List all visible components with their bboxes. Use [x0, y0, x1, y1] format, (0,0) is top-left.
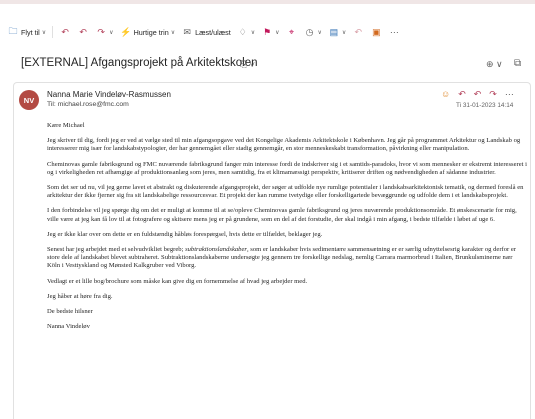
- chevron-down-icon: ∨: [275, 29, 280, 36]
- chevron-down-icon: ∨: [109, 29, 114, 36]
- reply-all-icon[interactable]: ↶: [474, 89, 482, 100]
- lightning-icon: ⚡: [119, 26, 132, 37]
- move-to-button[interactable]: 🗀 Flyt til ∨: [4, 22, 49, 42]
- read-unread-label: Læst/ulæst: [195, 27, 231, 37]
- pin-icon: ⌖: [288, 26, 295, 37]
- zoom-icon[interactable]: ⊕ ∨: [486, 59, 503, 70]
- envelope-icon: ✉: [183, 26, 191, 37]
- read-unread-button[interactable]: ✉ Læst/ulæst: [178, 22, 234, 42]
- forward-icon: ↷: [97, 26, 105, 37]
- chevron-down-icon: ∨: [41, 29, 47, 36]
- undo-icon: ↶: [354, 26, 363, 37]
- body-paragraph: Cheminovas gamle fabriksgrund og FMC nuv…: [47, 160, 527, 176]
- closing: De bedste hilsner: [47, 308, 93, 316]
- more-options-button[interactable]: ⋯: [385, 22, 403, 42]
- quick-steps-label: Hurtige trin: [133, 27, 169, 37]
- email-subject: [EXTERNAL] Afgangsprojekt på Arkitektsko…: [21, 57, 258, 69]
- reply-icon[interactable]: ↶: [458, 89, 466, 100]
- folder-move-icon: 🗀: [8, 26, 18, 36]
- chevron-down-icon: ∨: [341, 29, 347, 36]
- sender-name[interactable]: Nanna Marie Vindeløv-Rasmussen: [47, 90, 171, 99]
- rules-button[interactable]: ▤ ∨: [325, 22, 349, 42]
- body-paragraph: Senest har jeg arbejdet med et selvudvik…: [47, 246, 527, 271]
- window-top-bar: [0, 0, 535, 4]
- email-body: Kære Michael Jeg skriver til dig, fordi …: [47, 122, 527, 338]
- subject-row: [EXTERNAL] Afgangsprojekt på Arkitektsko…: [0, 55, 535, 75]
- categorize-button[interactable]: ♢ ∨: [234, 22, 258, 42]
- reply-all-icon: ↶: [79, 26, 87, 37]
- chevron-down-icon: ∨: [170, 29, 176, 36]
- reply-button[interactable]: ↶: [56, 22, 74, 42]
- rules-icon: ▤: [329, 26, 339, 37]
- flag-button[interactable]: ⚑ ∨: [258, 22, 282, 42]
- translate-icon: ▣: [372, 26, 381, 37]
- tag-icon: ♢: [238, 26, 247, 37]
- body-paragraph: Jeg håber at høre fra dig.: [47, 292, 113, 300]
- flag-icon: ⚑: [263, 26, 272, 37]
- quick-steps-button[interactable]: ⚡ Hurtige trin ∨: [117, 22, 179, 42]
- forward-icon[interactable]: ↷: [489, 89, 497, 100]
- reply-icon: ↶: [61, 26, 69, 37]
- forward-button[interactable]: ↷ ∨: [92, 22, 116, 42]
- avatar[interactable]: NV: [19, 90, 39, 110]
- clock-icon: ◷: [305, 26, 314, 37]
- italic-term: subtraktionslandskaber: [185, 246, 247, 254]
- reply-all-button[interactable]: ↶: [74, 22, 92, 42]
- greeting: Kære Michael: [47, 122, 85, 129]
- message-timestamp: Ti 31-01-2023 14:14: [456, 102, 514, 109]
- body-paragraph: Vedlagt er et lille bog/brochure som mås…: [47, 277, 308, 285]
- undo-button[interactable]: ↶: [349, 22, 367, 42]
- translate-button[interactable]: ▣: [367, 22, 385, 42]
- message-actions: ☺ ↶ ↶ ↷ ⋯: [441, 89, 514, 100]
- ribbon-toolbar: 🗀 Flyt til ∨ ↶ ↶ ↷ ∨ ⚡ Hurtige trin ∨ ✉ L…: [0, 22, 535, 42]
- emoji-reaction-icon[interactable]: ☺: [441, 89, 450, 100]
- move-to-label: Flyt til: [21, 27, 40, 37]
- open-in-window-icon[interactable]: ⧉: [514, 58, 521, 69]
- summary-icon[interactable]: ⎘ ∨: [240, 59, 255, 70]
- body-paragraph: Jeg skriver til dig, fordi jeg er ved at…: [47, 137, 521, 153]
- more-icon: ⋯: [389, 26, 399, 37]
- toolbar-divider: [52, 26, 54, 38]
- signature: Nanna Vindeløv: [47, 323, 90, 331]
- more-icon[interactable]: ⋯: [505, 89, 514, 100]
- pin-button[interactable]: ⌖: [283, 22, 301, 42]
- chevron-down-icon: ∨: [250, 29, 256, 36]
- recipient-line: Til: michael.rose@fmc.com: [47, 101, 129, 108]
- body-paragraph: Som det ser ud nu, vil jeg gerne lavet e…: [47, 184, 524, 200]
- body-paragraph: Jeg er ikke klar over om dette er en ful…: [47, 230, 323, 238]
- chevron-down-icon: ∨: [317, 29, 322, 36]
- text-segment: Senest har jeg arbejdet med et selvudvik…: [47, 246, 186, 254]
- snooze-button[interactable]: ◷ ∨: [301, 22, 325, 42]
- body-paragraph: I den forbindelse vil jeg spørge dig om …: [47, 207, 517, 223]
